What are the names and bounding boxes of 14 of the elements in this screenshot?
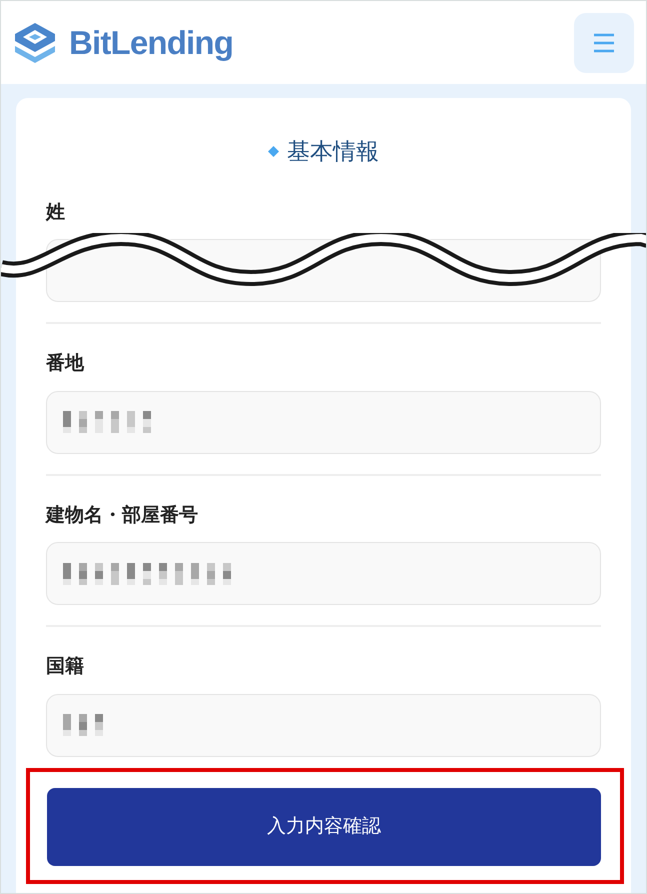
logo-text: BitLending xyxy=(69,22,234,63)
field-label: 番地 xyxy=(46,352,86,376)
field-label: 建物名・部屋番号 xyxy=(46,504,199,528)
input-field[interactable] xyxy=(46,542,601,605)
confirm-button[interactable]: 入力内容確認 xyxy=(47,788,601,866)
menu-icon xyxy=(593,32,615,52)
logo-icon xyxy=(13,20,57,64)
menu-button[interactable] xyxy=(574,12,634,72)
field-label: 姓 xyxy=(46,200,66,224)
section-title: 基本情報 xyxy=(287,137,379,166)
input-field[interactable] xyxy=(46,390,601,454)
field-label: 国籍 xyxy=(46,655,85,679)
input-field[interactable] xyxy=(46,694,601,756)
diamond-icon xyxy=(268,146,279,157)
